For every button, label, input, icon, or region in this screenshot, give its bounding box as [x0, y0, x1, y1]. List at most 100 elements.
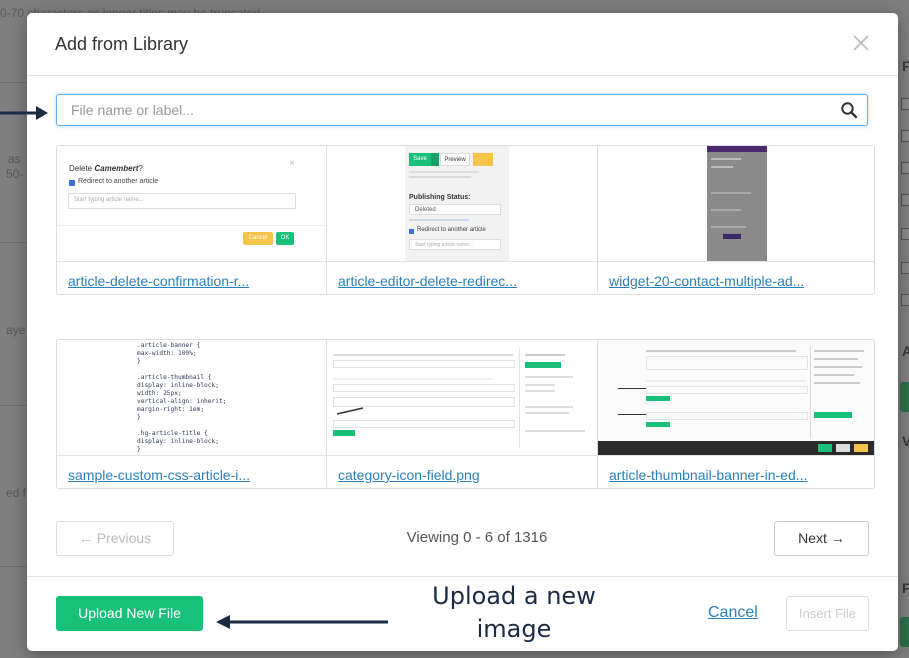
file-name-link[interactable]: sample-custom-css-article-i... — [68, 467, 323, 483]
thumb-text-line — [814, 358, 858, 360]
css-code-line: } — [137, 446, 141, 453]
background-button — [900, 617, 909, 647]
background-text-fragment: ed f — [6, 486, 27, 500]
thumb-save-dropdown — [431, 153, 439, 166]
background-text-fragment: F — [902, 580, 909, 596]
css-code-line: width: 25px; — [137, 390, 182, 397]
file-name-link[interactable]: widget-20-contact-multiple-ad... — [609, 273, 864, 289]
background-divider — [0, 405, 30, 406]
file-name-link[interactable]: article-delete-confirmation-r... — [68, 273, 323, 289]
thumb-text-line — [814, 374, 854, 376]
thumb-divider — [810, 346, 811, 438]
file-card[interactable]: article-thumbnail-banner-in-ed... — [597, 339, 875, 489]
background-divider — [0, 82, 30, 83]
thumb-checkbox-label: Redirect to another article — [78, 178, 159, 185]
thumb-text-line — [711, 192, 751, 194]
upload-new-file-button[interactable]: Upload New File — [56, 596, 203, 631]
css-code-line: .article-banner { — [137, 342, 201, 349]
css-code-line: vertical-align: inherit; — [137, 398, 227, 405]
file-thumbnail: Save Preview Publishing Status: Deleted … — [327, 146, 603, 262]
css-code-line: } — [137, 414, 141, 421]
next-page-button[interactable]: Next → — [774, 521, 869, 556]
thumb-bottom-toolbar — [598, 441, 874, 455]
thumb-green-button — [814, 412, 852, 418]
search-icon[interactable] — [840, 101, 858, 119]
thumb-text-line — [814, 350, 864, 352]
css-code-line: display: inline-block; — [137, 438, 219, 445]
annotation-arrow-upload-icon — [216, 615, 388, 629]
thumb-pointer-line — [618, 414, 646, 415]
thumb-text-line — [525, 412, 569, 414]
close-icon — [853, 35, 869, 51]
thumb-text-line — [525, 354, 565, 356]
thumb-close-icon: × — [289, 158, 295, 169]
file-card[interactable]: .article-banner { max-width: 100%;} .arti… — [56, 339, 334, 489]
thumb-text-line — [525, 406, 573, 408]
css-code-line: .article-thumbnail { — [137, 374, 212, 381]
annotation-arrow-search-icon — [0, 106, 48, 120]
css-code-line: .hg-article-title { — [137, 430, 208, 437]
thumb-green-button — [333, 430, 355, 436]
thumb-widget-header — [707, 146, 767, 152]
modal-header: Add from Library — [27, 13, 898, 76]
file-name-link[interactable]: article-editor-delete-redirec... — [338, 273, 593, 289]
search-field — [56, 94, 868, 126]
background-checkbox — [901, 130, 909, 142]
thumb-checkbox-label: Redirect to another article — [417, 227, 486, 233]
file-thumbnail: .article-banner { max-width: 100%;} .arti… — [57, 340, 333, 456]
thumb-green-button — [818, 444, 832, 452]
background-checkbox — [901, 294, 909, 306]
thumb-text-line — [711, 158, 741, 160]
annotation-callout: Upload a new image — [404, 580, 624, 646]
thumb-css-code: .article-banner { max-width: 100%;} .arti… — [137, 342, 327, 454]
close-button[interactable] — [849, 31, 873, 55]
thumb-green-button — [646, 422, 670, 427]
file-thumbnail — [598, 146, 874, 262]
thumb-text-line — [814, 366, 862, 368]
thumb-arrow-icon — [336, 407, 364, 415]
thumb-text-line — [409, 219, 469, 221]
thumb-cancel-button: Cancel — [243, 232, 273, 245]
css-code-line: } — [137, 358, 141, 365]
thumb-save-button: Save — [409, 153, 431, 166]
search-input[interactable] — [57, 95, 855, 125]
thumb-yellow-button — [473, 153, 493, 166]
thumb-preview-button: Preview — [440, 153, 470, 166]
file-card[interactable]: category-icon-field.png — [326, 339, 604, 489]
background-button — [900, 382, 909, 412]
file-card[interactable]: Delete Camembert? × Redirect to another … — [56, 145, 334, 295]
css-code-line: margin-right: 1em; — [137, 406, 205, 413]
insert-file-button[interactable]: Insert File — [786, 596, 869, 631]
css-code-line: max-width: 100%; — [137, 350, 197, 357]
thumb-text-line — [333, 354, 513, 356]
file-card[interactable]: Save Preview Publishing Status: Deleted … — [326, 145, 604, 295]
previous-page-button[interactable]: ← Previous — [56, 521, 174, 556]
thumb-text-line — [333, 378, 493, 380]
thumb-text-line — [525, 390, 555, 392]
background-text-fragment: V — [902, 433, 909, 449]
file-card[interactable]: widget-20-contact-multiple-ad... — [597, 145, 875, 295]
background-checkbox — [901, 162, 909, 174]
file-thumbnail: Delete Camembert? × Redirect to another … — [57, 146, 333, 262]
thumb-text-line — [409, 171, 479, 173]
thumb-field — [646, 356, 808, 370]
thumb-status-select: Deleted — [409, 204, 501, 215]
thumb-text-line — [646, 350, 796, 352]
thumb-field — [333, 384, 515, 392]
thumb-divider — [519, 348, 520, 448]
file-name-link[interactable]: article-thumbnail-banner-in-ed... — [609, 467, 864, 483]
thumb-ok-button: OK — [276, 232, 294, 245]
thumb-text-line — [409, 176, 471, 178]
thumb-field — [646, 412, 808, 420]
background-text-fragment: aye — [6, 323, 26, 337]
background-text-fragment: A — [902, 343, 909, 359]
thumb-pointer-line — [618, 388, 646, 389]
thumb-divider — [57, 225, 333, 226]
viewing-count: Viewing 0 - 6 of 1316 — [406, 529, 548, 546]
thumb-text-line — [711, 209, 741, 211]
background-text-fragment: F — [902, 58, 909, 74]
file-name-link[interactable]: category-icon-field.png — [338, 467, 593, 483]
thumb-input: Start typing article name... — [68, 193, 296, 209]
cancel-link[interactable]: Cancel — [708, 604, 758, 622]
thumb-input: Start typing article name... — [409, 239, 501, 250]
